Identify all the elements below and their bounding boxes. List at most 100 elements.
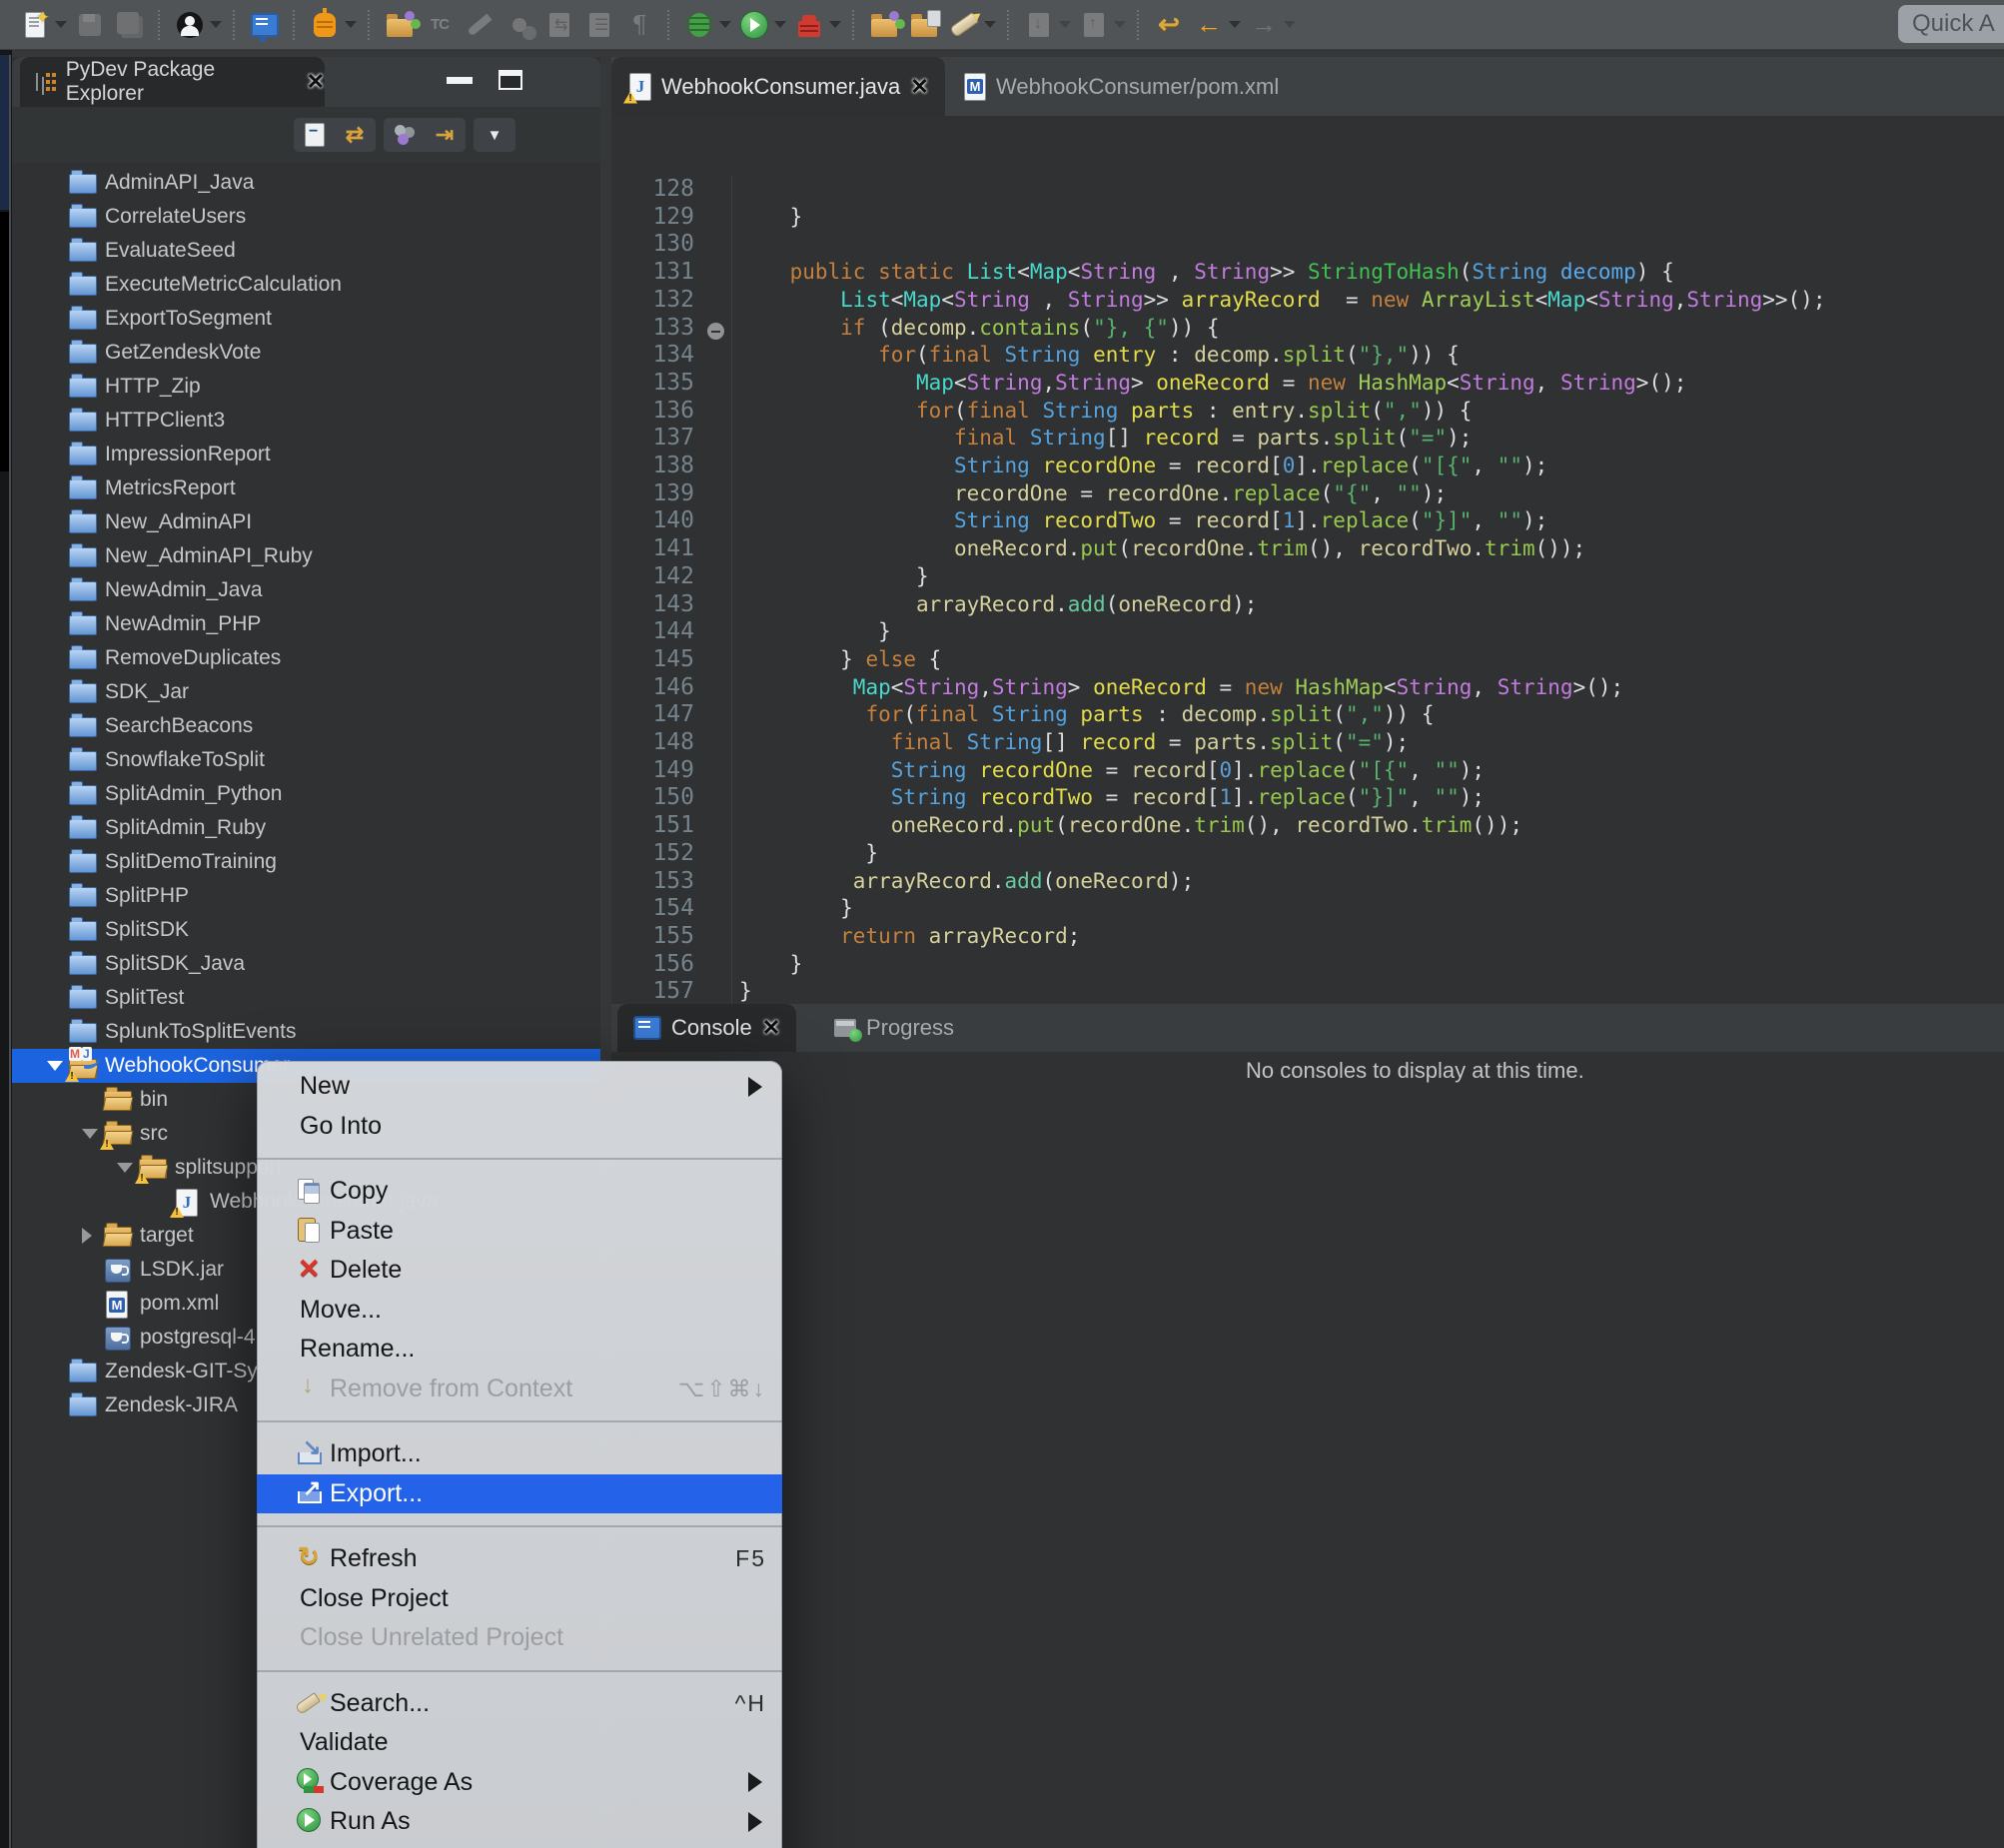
maximize-view-icon[interactable] (499, 70, 522, 90)
dropdown-arrow-icon[interactable] (829, 21, 841, 28)
collapse-arrow-icon[interactable] (47, 1061, 69, 1071)
package-presentation-icon[interactable] (392, 122, 418, 148)
editor-body[interactable]: 1281291301311321331341351361371381391401… (611, 116, 2004, 1004)
tree-item-newadmin-php[interactable]: NewAdmin_PHP (12, 607, 600, 641)
menu-item-search[interactable]: Search...^H (257, 1684, 782, 1724)
tree-item-adminapi-java[interactable]: AdminAPI_Java (12, 166, 600, 200)
tree-item-impressionreport[interactable]: ImpressionReport (12, 438, 600, 471)
collapse-all-icon[interactable] (302, 122, 328, 148)
menu-item-delete[interactable]: Delete (257, 1251, 782, 1291)
tree-item-httpclient3[interactable]: HTTPClient3 (12, 404, 600, 438)
editor-tab-webhookconsumer-pom-xml[interactable]: MWebhookConsumer/pom.xml (946, 57, 1295, 116)
folder-closed-icon (69, 475, 97, 501)
debug-button[interactable] (682, 8, 731, 42)
dropdown-arrow-icon[interactable] (1114, 21, 1126, 28)
tree-item-splitsdk-java[interactable]: SplitSDK_Java (12, 947, 600, 981)
editor-tab-webhookconsumer-java[interactable]: J!WebhookConsumer.java✕ (611, 57, 945, 116)
menu-item-validate[interactable]: Validate (257, 1723, 782, 1763)
line-number: 148 (611, 729, 694, 757)
open-task-folder-button[interactable] (383, 8, 417, 42)
line-number: 136 (611, 398, 694, 426)
console-tab-console[interactable]: Console✕ (617, 1004, 796, 1052)
line-number: 143 (611, 591, 694, 619)
tab-pydev-package-explorer[interactable]: PyDev Package Explorer ✕ (20, 57, 325, 107)
tree-item-executemetriccalculation[interactable]: ExecuteMetricCalculation (12, 268, 600, 302)
menu-item-copy[interactable]: Copy (257, 1172, 782, 1212)
highlighter-button[interactable] (947, 8, 996, 42)
forward-button: → (1247, 8, 1296, 42)
console-tab-progress[interactable]: Progress (818, 1004, 970, 1052)
tree-item-snowflaketosplit[interactable]: SnowflakeToSplit (12, 743, 600, 777)
menu-item-label: Go Into (300, 1112, 382, 1141)
tree-item-correlateusers[interactable]: CorrelateUsers (12, 200, 600, 234)
menu-item-go-into[interactable]: Go Into (257, 1107, 782, 1147)
tree-item-new-adminapi-ruby[interactable]: New_AdminAPI_Ruby (12, 539, 600, 573)
collapse-arrow-icon[interactable] (82, 1129, 104, 1139)
tree-item-getzendeskvote[interactable]: GetZendeskVote (12, 336, 600, 370)
tree-item-splittest[interactable]: SplitTest (12, 981, 600, 1015)
xml-file-icon: M (962, 73, 986, 101)
close-tab-icon[interactable]: ✕ (910, 74, 928, 100)
menu-item-import[interactable]: Import... (257, 1434, 782, 1474)
tree-item-http-zip[interactable]: HTTP_Zip (12, 370, 600, 404)
menu-item-move[interactable]: Move... (257, 1291, 782, 1331)
code-line: } (739, 618, 1825, 646)
dropdown-arrow-icon[interactable] (1229, 21, 1241, 28)
build-gears-icon (502, 8, 536, 42)
minimize-view-icon[interactable] (447, 77, 473, 84)
tree-item-splitadmin-ruby[interactable]: SplitAdmin_Ruby (12, 811, 600, 845)
view-menu-icon[interactable]: ▼ (482, 122, 507, 148)
remote-console-button[interactable] (248, 8, 282, 42)
copy-icon (296, 1178, 330, 1206)
tree-item-searchbeacons[interactable]: SearchBeacons (12, 709, 600, 743)
run-button[interactable] (737, 8, 786, 42)
focus-task-icon[interactable]: ⇥ (432, 122, 458, 148)
close-view-icon[interactable]: ✕ (307, 69, 325, 95)
open-folder-clipboard-button[interactable] (907, 8, 941, 42)
line-number: 141 (611, 535, 694, 563)
expand-arrow-icon[interactable] (82, 1228, 104, 1244)
tree-item-splitadmin-python[interactable]: SplitAdmin_Python (12, 777, 600, 811)
split-bug-button[interactable] (308, 8, 357, 42)
tree-item-sdk-jar[interactable]: SDK_Jar (12, 675, 600, 709)
dropdown-arrow-icon[interactable] (55, 21, 67, 28)
quick-access-box[interactable]: Quick A (1898, 5, 2004, 43)
collapse-arrow-icon[interactable] (117, 1163, 139, 1173)
tree-item-splunktosplitevents[interactable]: SplunkToSplitEvents (12, 1015, 600, 1049)
menu-item-export[interactable]: Export... (257, 1474, 782, 1514)
dropdown-arrow-icon[interactable] (719, 21, 731, 28)
dropdown-arrow-icon[interactable] (1059, 21, 1071, 28)
tree-item-splitdemotraining[interactable]: SplitDemoTraining (12, 845, 600, 879)
user-profile-button[interactable] (173, 8, 222, 42)
tree-item-splitphp[interactable]: SplitPHP (12, 879, 600, 913)
menu-item-run-as[interactable]: Run As (257, 1802, 782, 1842)
tree-item-new-adminapi[interactable]: New_AdminAPI (12, 505, 600, 539)
folder-closed-icon (69, 509, 97, 535)
tree-item-exporttosegment[interactable]: ExportToSegment (12, 302, 600, 336)
open-folder-objects-button[interactable] (867, 8, 901, 42)
dropdown-arrow-icon[interactable] (345, 21, 357, 28)
close-tab-icon[interactable]: ✕ (762, 1015, 780, 1041)
link-with-editor-icon[interactable]: ⇄ (342, 122, 368, 148)
menu-item-rename[interactable]: Rename... (257, 1330, 782, 1370)
menu-item-coverage-as[interactable]: Coverage As (257, 1763, 782, 1803)
last-edit-location-button[interactable]: ↩ (1152, 8, 1186, 42)
fold-marker-icon[interactable] (707, 323, 724, 340)
dropdown-arrow-icon[interactable] (210, 21, 222, 28)
tree-item-newadmin-java[interactable]: NewAdmin_Java (12, 573, 600, 607)
tree-item-evaluateseed[interactable]: EvaluateSeed (12, 234, 600, 268)
console-message: No consoles to display at this time. (1246, 1058, 1584, 1084)
menu-item-close-project[interactable]: Close Project (257, 1579, 782, 1619)
new-wizard-button[interactable]: ✦ (18, 8, 67, 42)
dropdown-arrow-icon[interactable] (774, 21, 786, 28)
menu-item-new[interactable]: New (257, 1067, 782, 1107)
tree-item-metricsreport[interactable]: MetricsReport (12, 471, 600, 505)
back-button[interactable]: ← (1192, 8, 1241, 42)
dropdown-arrow-icon[interactable] (984, 21, 996, 28)
menu-item-paste[interactable]: Paste (257, 1212, 782, 1252)
dropdown-arrow-icon[interactable] (1284, 21, 1296, 28)
menu-item-refresh[interactable]: RefreshF5 (257, 1539, 782, 1579)
tree-item-removeduplicates[interactable]: RemoveDuplicates (12, 641, 600, 675)
tree-item-splitsdk[interactable]: SplitSDK (12, 913, 600, 947)
profile-button[interactable] (792, 8, 841, 42)
